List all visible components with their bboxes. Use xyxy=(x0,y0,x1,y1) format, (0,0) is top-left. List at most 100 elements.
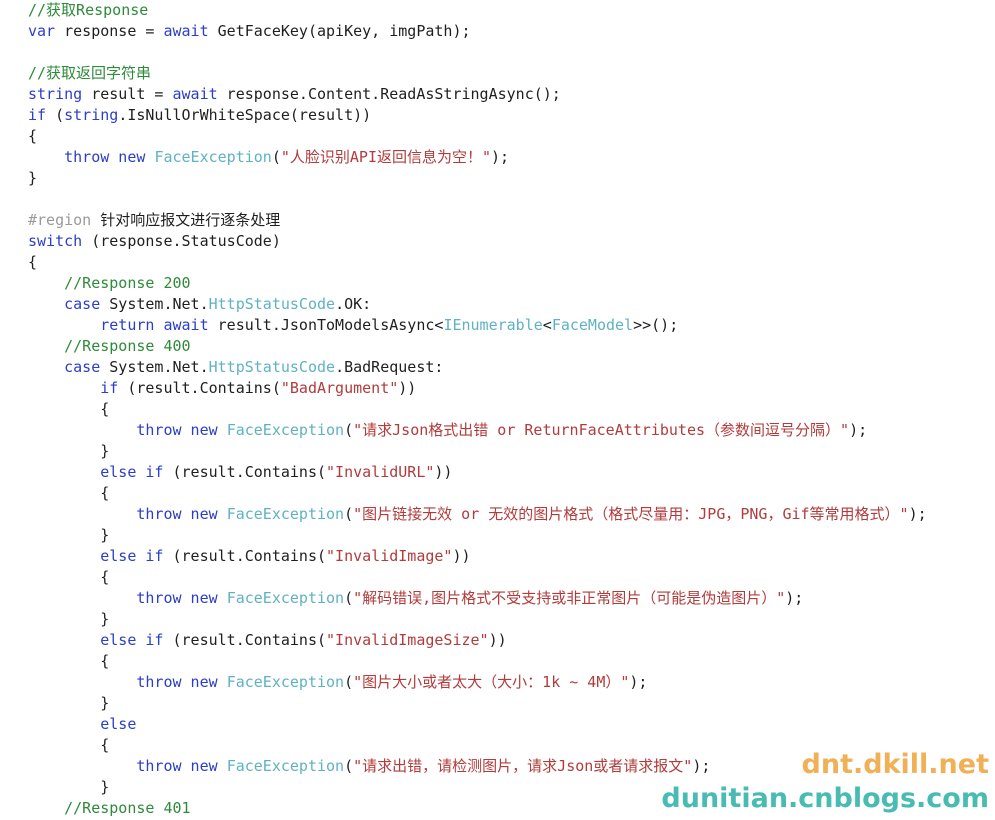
code-line: { xyxy=(28,126,927,147)
code-token-plain: response.Content.ReadAsStringAsync(); xyxy=(217,85,561,103)
code-token-keyword: case xyxy=(64,358,101,376)
code-token-string: "InvalidImage" xyxy=(326,547,453,565)
code-token-string: "请求出错，请检测图片，请求Json或者请求报文" xyxy=(353,757,693,775)
code-token-keyword: case xyxy=(64,295,101,313)
code-line: throw new FaceException("图片链接无效 or 无效的图片… xyxy=(28,504,926,525)
code-token-plain: (response.StatusCode) xyxy=(82,232,281,250)
code-line: return await result.JsonToModelsAsync<IE… xyxy=(28,315,927,336)
code-token-keyword: throw new xyxy=(136,505,218,523)
code-line: } xyxy=(28,441,927,462)
code-token-plain: { xyxy=(100,652,110,670)
code-token-comment: //Response 400 xyxy=(64,337,191,355)
code-token-string: "请求Json格式出错 or ReturnFaceAttributes（参数间逗… xyxy=(353,421,850,439)
code-token-plain: ( xyxy=(344,421,354,439)
code-token-string: "人脸识别API返回信息为空！" xyxy=(280,148,492,166)
code-token-preproc: #region xyxy=(28,211,92,229)
code-token-type: FaceException xyxy=(226,505,345,523)
code-token-string: "InvalidImageSize" xyxy=(326,631,489,649)
code-token-plain: ); xyxy=(692,757,711,775)
code-token-keyword: else xyxy=(100,715,137,733)
code-line: #region 针对响应报文进行逐条处理 xyxy=(28,210,927,231)
code-token-keyword: if xyxy=(100,379,119,397)
code-line: throw new FaceException("请求出错，请检测图片，请求Js… xyxy=(28,756,927,777)
code-line: //Response 401 xyxy=(28,798,927,819)
code-line: else if (result.Contains("InvalidImageSi… xyxy=(28,630,927,651)
code-token-plain: response = xyxy=(55,22,164,40)
code-token-plain: { xyxy=(28,253,38,271)
code-line: if (result.Contains("BadArgument")) xyxy=(28,378,927,399)
code-token-plain: >>(); xyxy=(633,316,679,334)
code-token-plain: ); xyxy=(629,673,648,691)
code-token-plain: { xyxy=(100,568,110,586)
code-token-keyword: return await xyxy=(100,316,209,334)
code-line: else xyxy=(28,714,927,735)
code-token-plain: ( xyxy=(344,673,354,691)
code-line: //Response 200 xyxy=(28,273,927,294)
code-token-string: "图片大小或者太大（大小：1k ~ 4M）" xyxy=(353,673,630,691)
code-token-plain: { xyxy=(100,484,110,502)
code-line: { xyxy=(28,252,927,273)
code-token-plain: ); xyxy=(849,421,868,439)
code-token-keyword: else if xyxy=(100,631,164,649)
code-token-plain: { xyxy=(28,127,38,145)
code-token-plain: ( xyxy=(271,148,281,166)
source-code-block: //获取Response var response = await GetFace… xyxy=(28,0,927,819)
code-token-keyword: await xyxy=(163,22,209,40)
code-line: //Response 400 xyxy=(28,336,927,357)
code-token-plain: )) xyxy=(398,379,417,397)
code-token-plain: .BadRequest: xyxy=(335,358,444,376)
code-token-plain: } xyxy=(100,778,110,796)
code-token-keyword: string xyxy=(28,85,83,103)
code-token-plain: } xyxy=(100,442,110,460)
code-token-keyword: switch xyxy=(28,232,83,250)
code-line: { xyxy=(28,483,927,504)
code-token-string: "InvalidURL" xyxy=(326,463,435,481)
code-token-keyword: throw new xyxy=(136,673,218,691)
code-token-plain: (result.Contains( xyxy=(163,547,327,565)
code-line: } xyxy=(28,525,927,546)
code-token-keyword: else if xyxy=(100,547,164,565)
code-token-keyword: throw new xyxy=(136,589,218,607)
code-token-comment: //获取返回字符串 xyxy=(28,64,152,82)
code-line: throw new FaceException("解码错误,图片格式不受支持或非… xyxy=(28,588,927,609)
code-line: { xyxy=(28,735,927,756)
code-token-keyword: if xyxy=(28,106,47,124)
code-line: //获取返回字符串 xyxy=(28,63,927,84)
code-token-plain: ( xyxy=(344,505,354,523)
code-token-comment: //Response 401 xyxy=(64,799,191,817)
code-token-plain: )) xyxy=(452,547,471,565)
code-token-type: HttpStatusCode xyxy=(208,358,336,376)
code-line: string result = await response.Content.R… xyxy=(28,84,927,105)
code-token-keyword: throw new xyxy=(136,757,218,775)
code-token-type: IEnumerable xyxy=(443,316,543,334)
code-line: { xyxy=(28,651,927,672)
code-token-plain: } xyxy=(100,526,110,544)
code-token-comment: //获取Response xyxy=(28,1,149,19)
code-line: case System.Net.HttpStatusCode.BadReques… xyxy=(28,357,927,378)
code-token-plain: (result.Contains( xyxy=(163,463,327,481)
code-line: throw new FaceException("图片大小或者太大（大小：1k … xyxy=(28,672,927,693)
code-token-comment: //Response 200 xyxy=(64,274,191,292)
code-token-plain: 针对响应报文进行逐条处理 xyxy=(91,211,281,229)
code-token-plain: .OK: xyxy=(335,295,372,313)
code-line: var response = await GetFaceKey(apiKey, … xyxy=(28,21,927,42)
code-token-plain: System.Net. xyxy=(100,358,209,376)
code-line: } xyxy=(28,168,927,189)
